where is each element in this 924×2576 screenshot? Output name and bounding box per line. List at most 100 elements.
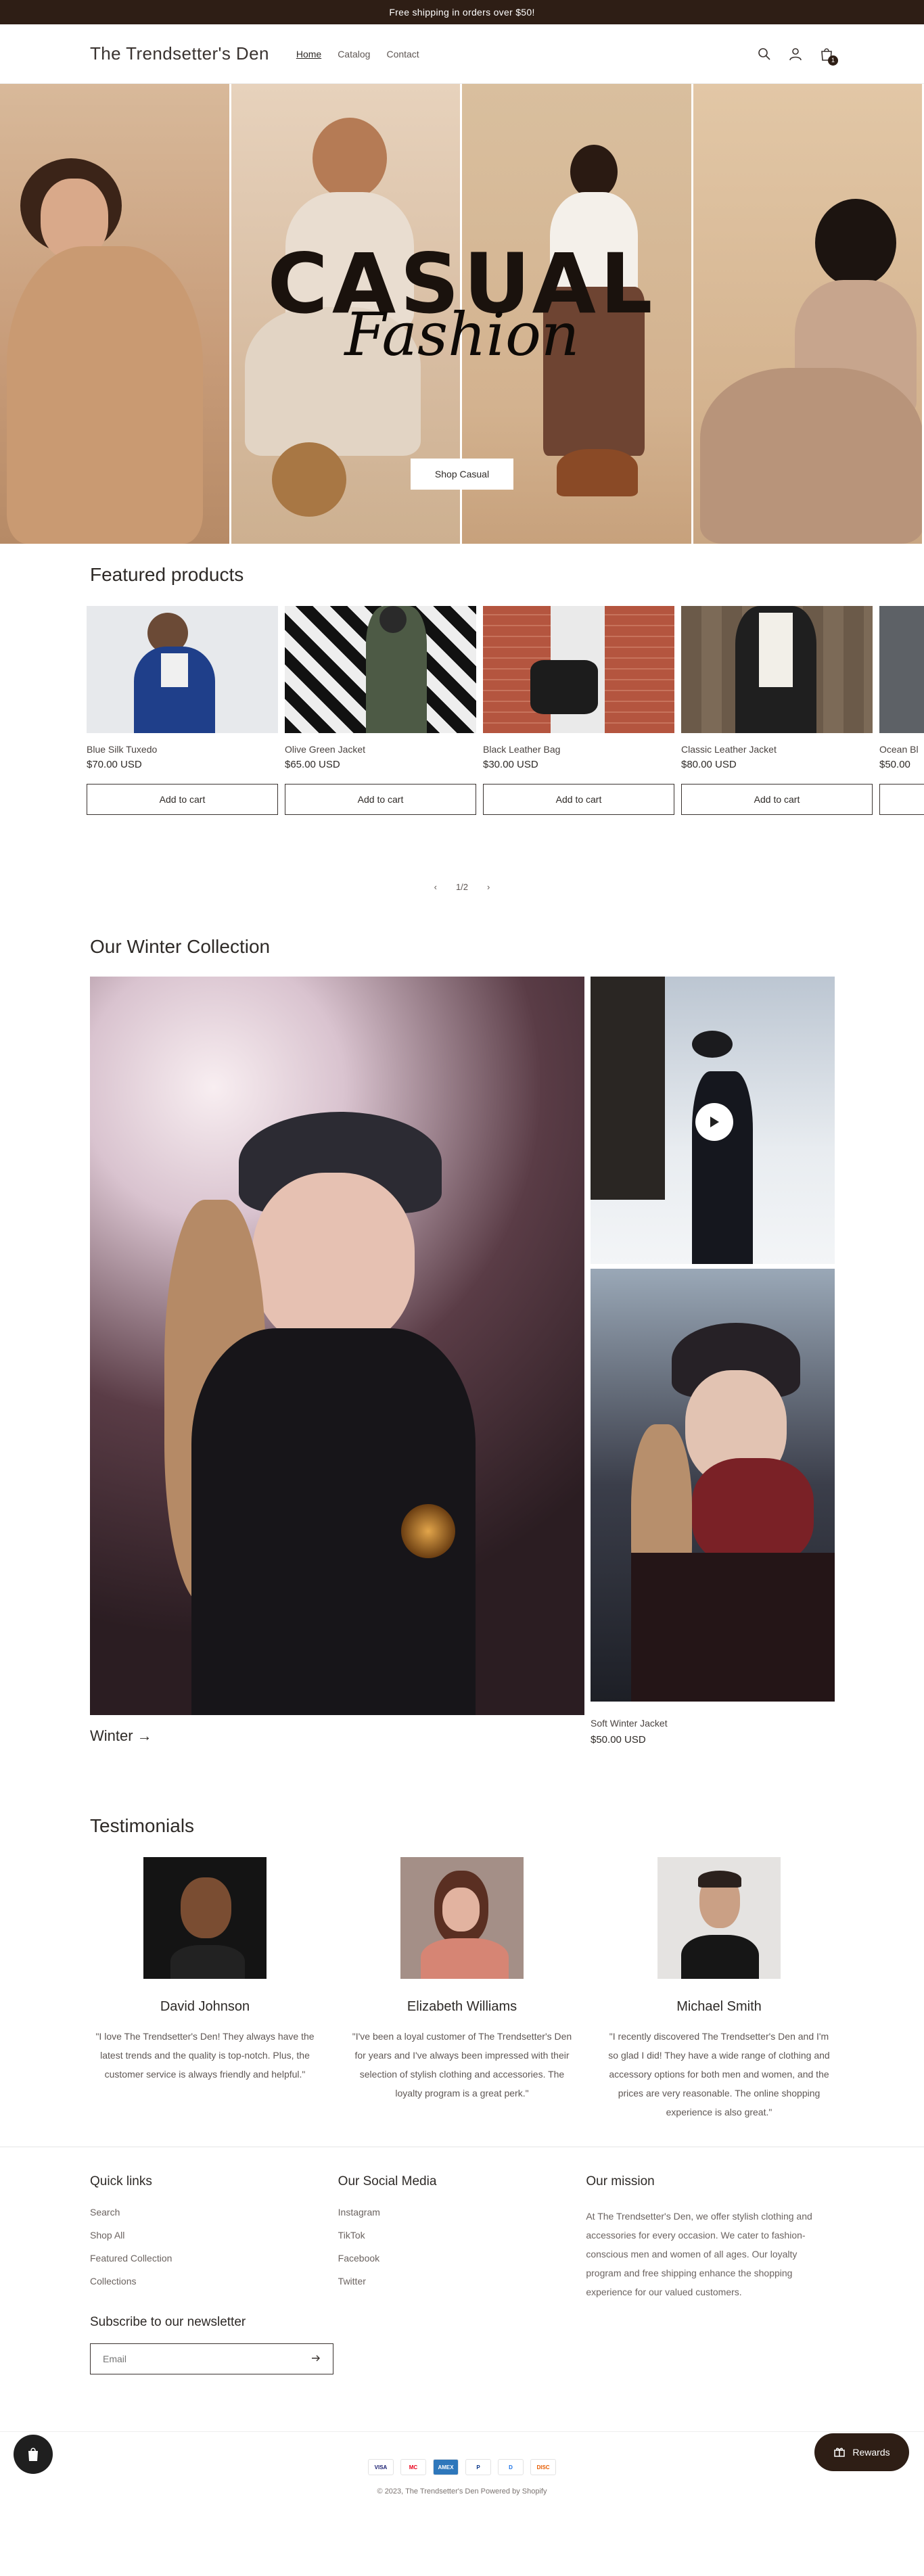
testimonials-list: David Johnson "I love The Trendsetter's … [90,1857,834,2122]
product-price: $50.00 [879,759,910,770]
product-name[interactable]: Blue Silk Tuxedo [87,744,278,755]
footer-link-featured[interactable]: Featured Collection [90,2253,338,2264]
footer-link-tiktok[interactable]: TikTok [338,2230,586,2241]
product-card[interactable]: Ocean Bl $50.00 [879,606,924,818]
account-icon[interactable] [788,47,803,62]
testimonial-quote: "I've been a loyal customer of The Trend… [352,2031,572,2099]
testimonials-title: Testimonials [90,1815,195,1836]
featured-title: Featured products [90,564,244,585]
footer-link-facebook[interactable]: Facebook [338,2253,586,2264]
product-carousel: Blue Silk Tuxedo $70.00 USD Add to cart … [87,606,924,818]
winter-collection-link[interactable]: Winter → [90,1727,152,1745]
cart-icon[interactable]: 1 [819,47,838,66]
add-to-cart-button[interactable]: Add to cart [285,784,476,815]
arrow-right-icon[interactable] [311,2353,321,2364]
copyright: © 2023, The Trendsetter's Den Powered by… [377,2487,547,2496]
product-card[interactable]: Classic Leather Jacket $80.00 USD Add to… [681,606,873,818]
product-name[interactable]: Classic Leather Jacket [681,744,873,755]
rewards-label: Rewards [852,2447,890,2458]
newsletter-title: Subscribe to our newsletter [90,2315,246,2329]
add-to-cart-button[interactable]: Add to cart [87,784,278,815]
email-field[interactable] [103,2353,311,2364]
footer-quick-links: Quick links Search Shop All Featured Col… [90,2174,338,2301]
footer-link-search[interactable]: Search [90,2207,338,2218]
winter-video-thumbnail[interactable] [591,977,835,1264]
footer-link-collections[interactable]: Collections [90,2276,338,2287]
testimonial-quote: "I love The Trendsetter's Den! They alwa… [95,2031,315,2080]
testimonial-quote: "I recently discovered The Trendsetter's… [608,2031,830,2117]
header-icons: 1 [757,47,838,66]
product-image[interactable] [681,606,873,733]
winter-collection: Our Winter Collection Winter → Soft Wint… [0,895,924,1761]
product-card[interactable]: Olive Green Jacket $65.00 USD Add to car… [285,606,476,818]
play-icon[interactable] [695,1103,733,1141]
footer-columns: Quick links Search Shop All Featured Col… [90,2174,834,2301]
product-price: $30.00 USD [483,759,538,770]
brand-logo[interactable]: The Trendsetter's Den [90,43,269,64]
chevron-right-icon[interactable]: › [487,882,490,892]
product-image[interactable] [879,606,924,733]
main-nav: Home Catalog Contact [296,49,419,60]
shop-pay-icon[interactable] [14,2435,53,2474]
mission-title: Our mission [586,2174,655,2188]
winter-collection-image[interactable] [90,977,584,1715]
testimonial-card: David Johnson "I love The Trendsetter's … [90,1857,320,2122]
product-card[interactable]: Black Leather Bag $30.00 USD Add to cart [483,606,674,818]
pager-count: 1/2 [455,882,469,892]
newsletter: Subscribe to our newsletter [90,2315,834,2374]
email-field-wrapper [90,2343,333,2374]
product-card[interactable]: Blue Silk Tuxedo $70.00 USD Add to cart [87,606,278,818]
add-to-cart-button[interactable]: Add to cart [483,784,674,815]
testimonial-name: Elizabeth Williams [407,1999,517,2014]
gift-icon [833,2445,846,2460]
nav-home[interactable]: Home [296,49,321,60]
product-image[interactable] [87,606,278,733]
testimonials: Testimonials David Johnson "I love The T… [0,1761,924,2147]
announcement-bar: Free shipping in orders over $50! [0,0,924,24]
search-icon[interactable] [757,47,772,62]
avatar [143,1857,267,1979]
product-name[interactable]: Ocean Bl [879,744,924,755]
hero-script-title: Fashion [344,300,580,369]
hero-heading: CASUAL Fashion [0,243,924,365]
winter-product-info: Soft Winter Jacket $50.00 USD [591,1718,668,1746]
footer-link-shop-all[interactable]: Shop All [90,2230,338,2241]
winter-product-image[interactable] [591,1269,835,1702]
avatar [657,1857,781,1979]
avatar [400,1857,524,1979]
product-image[interactable] [285,606,476,733]
footer-link-twitter[interactable]: Twitter [338,2276,586,2287]
product-name[interactable]: Black Leather Bag [483,744,674,755]
shop-casual-button[interactable]: Shop Casual [411,459,513,490]
product-price: $80.00 USD [681,759,737,770]
add-to-cart-button[interactable]: Add to cart [681,784,873,815]
product-price: $65.00 USD [285,759,340,770]
testimonial-card: Elizabeth Williams "I've been a loyal cu… [347,1857,577,2122]
add-to-cart-button[interactable] [879,784,924,815]
diners-icon: D [498,2459,524,2475]
site-header: The Trendsetter's Den Home Catalog Conta… [0,24,924,84]
social-title: Our Social Media [338,2174,437,2188]
site-footer: Quick links Search Shop All Featured Col… [0,2147,924,2496]
testimonial-name: David Johnson [160,1999,250,2014]
nav-catalog[interactable]: Catalog [338,49,370,60]
quick-links-title: Quick links [90,2174,152,2188]
footer-link-instagram[interactable]: Instagram [338,2207,586,2218]
mastercard-icon: MC [400,2459,426,2475]
winter-collage: Winter → Soft Winter Jacket $50.00 USD [90,977,835,1746]
rewards-button[interactable]: Rewards [814,2433,909,2471]
winter-product-price: $50.00 USD [591,1734,646,1746]
testimonial-card: Michael Smith "I recently discovered The… [604,1857,834,2122]
product-image[interactable] [483,606,674,733]
mission-text: At The Trendsetter's Den, we offer styli… [586,2211,812,2297]
discover-icon: DISC [530,2459,556,2475]
winter-product-name[interactable]: Soft Winter Jacket [591,1718,668,1729]
carousel-pager: ‹ 1/2 › [0,882,924,892]
product-name[interactable]: Olive Green Jacket [285,744,476,755]
payment-icons: VISA MC AMEX P D DISC [0,2459,924,2475]
footer-social: Our Social Media Instagram TikTok Facebo… [338,2174,586,2301]
nav-contact[interactable]: Contact [386,49,419,60]
announcement-text: Free shipping in orders over $50! [389,7,535,18]
amex-icon: AMEX [433,2459,459,2475]
chevron-left-icon[interactable]: ‹ [434,882,437,892]
